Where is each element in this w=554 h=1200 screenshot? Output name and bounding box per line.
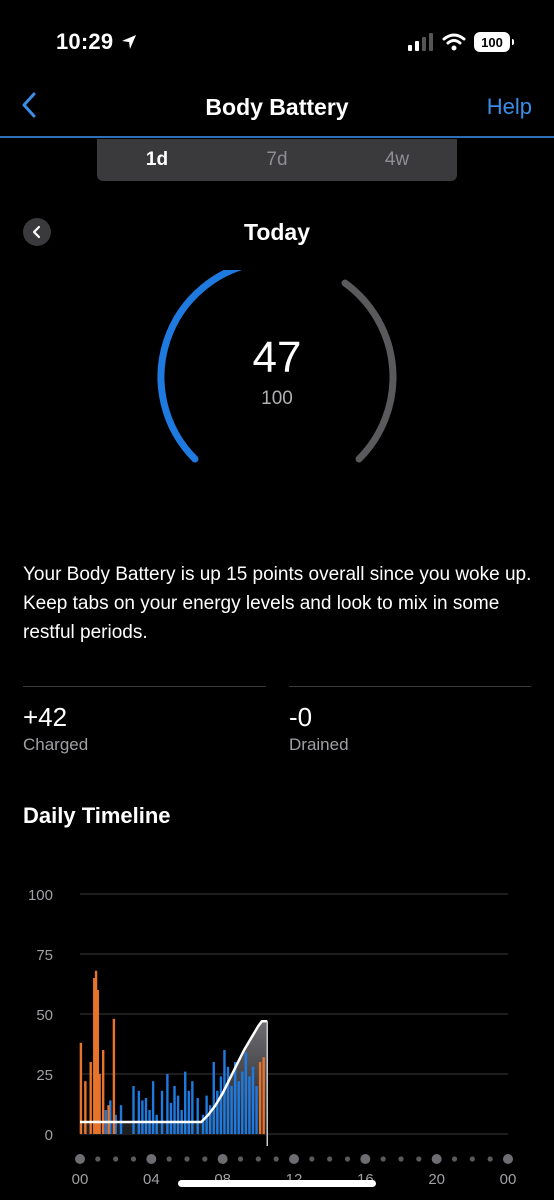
rest-bar (187, 1090, 190, 1134)
charged-divider (23, 686, 266, 687)
rest-bar (233, 1062, 237, 1134)
hour-dot-minor (166, 1156, 172, 1162)
rest-bar (230, 1086, 233, 1134)
rest-bar (166, 1074, 169, 1134)
wifi-icon (442, 33, 466, 51)
hour-dot-major (360, 1154, 371, 1164)
hour-dot-minor (398, 1156, 404, 1162)
range-tabs: 1d 7d 4w (97, 139, 457, 181)
home-indicator[interactable] (178, 1180, 376, 1187)
stress-bar (262, 1057, 265, 1134)
rest-bar (151, 1081, 155, 1134)
rest-bar (144, 1098, 148, 1134)
y-tick-label: 75 (36, 947, 53, 964)
y-tick-label: 100 (28, 887, 53, 904)
hour-dot-minor (487, 1156, 493, 1162)
hour-dot-major (75, 1154, 85, 1164)
rest-bar (184, 1071, 187, 1134)
hour-dot-major (146, 1154, 157, 1164)
summary-text: Your Body Battery is up 15 points overal… (23, 564, 532, 643)
status-icons: 100 (408, 30, 514, 54)
battery-icon: 100 (474, 32, 514, 52)
rest-bar (219, 1076, 223, 1134)
hour-dot-minor (416, 1156, 422, 1162)
rest-bar (132, 1086, 135, 1134)
y-tick-label: 50 (36, 1007, 53, 1024)
rest-bar (251, 1066, 255, 1134)
page-title: Body Battery (205, 94, 349, 120)
rest-bar (248, 1076, 251, 1134)
hour-dot-minor (451, 1156, 458, 1162)
hour-dot-minor (130, 1156, 137, 1162)
hour-dot-minor (255, 1156, 261, 1162)
rest-bar (119, 1105, 123, 1134)
rest-bar (244, 1052, 248, 1134)
hour-dot-minor (309, 1156, 315, 1162)
rest-bar (196, 1098, 199, 1134)
rest-bar (160, 1090, 164, 1134)
x-tick-label: 20 (428, 1171, 445, 1188)
rest-bar (255, 1086, 258, 1134)
tab-7d[interactable]: 7d (217, 139, 337, 181)
gauge-max: 100 (261, 388, 293, 409)
help-button[interactable]: Help (487, 94, 532, 120)
hour-dot-major (503, 1154, 513, 1164)
x-tick-label: 00 (500, 1171, 517, 1188)
rest-bar (241, 1071, 244, 1134)
drained-value: -0 (289, 702, 313, 732)
rest-bar (191, 1081, 194, 1134)
rest-bar (169, 1102, 173, 1134)
rest-bar (212, 1062, 215, 1134)
rest-bar (237, 1081, 240, 1134)
location-arrow-icon (121, 35, 136, 49)
tab-4w[interactable]: 4w (337, 139, 457, 181)
hour-dot-minor (327, 1156, 333, 1162)
timeline-title: Daily Timeline (23, 803, 171, 828)
hour-dot-minor (380, 1156, 386, 1162)
stress-bar (84, 1081, 87, 1134)
stress-bar (107, 1105, 110, 1134)
drained-divider (289, 686, 531, 687)
hour-dot-minor (273, 1156, 279, 1162)
stress-bar (79, 1042, 83, 1134)
daily-timeline-chart: 025507510000040812162000 (28, 887, 517, 1188)
rest-bar (173, 1086, 176, 1134)
rest-bar (137, 1090, 141, 1134)
stress-bar (112, 1018, 116, 1134)
hour-dot-major (217, 1154, 228, 1164)
stress-bar (98, 1074, 101, 1134)
rest-bar (155, 1114, 158, 1134)
day-label: Today (243, 219, 311, 245)
rest-bar (141, 1100, 144, 1134)
charged-value: +42 (23, 702, 68, 732)
hour-dot-minor (469, 1156, 475, 1162)
y-tick-label: 25 (36, 1067, 53, 1084)
x-tick-label: 00 (72, 1171, 89, 1188)
hour-dot-minor (344, 1156, 351, 1162)
rest-bar (176, 1095, 180, 1134)
hour-dot-minor (184, 1156, 190, 1162)
charged-label: Charged (23, 735, 89, 754)
stress-bar (258, 1062, 262, 1134)
hour-dot-minor (113, 1156, 119, 1162)
x-tick-label: 04 (143, 1171, 160, 1188)
hour-dot-minor (237, 1156, 244, 1162)
hour-dot-minor (95, 1156, 101, 1162)
rest-bar (216, 1090, 219, 1134)
nav-divider (0, 136, 554, 138)
gauge-value: 47 (252, 333, 302, 382)
hour-dot-major (431, 1154, 442, 1164)
drained-label: Drained (289, 735, 349, 754)
tab-1d[interactable]: 1d (97, 139, 217, 181)
cellular-signal-icon (408, 33, 433, 51)
hour-dot-minor (202, 1156, 208, 1162)
hour-dot-major (289, 1154, 299, 1164)
y-tick-label: 0 (45, 1127, 53, 1144)
rest-bar (226, 1066, 230, 1134)
status-time: 10:29 (56, 29, 138, 55)
